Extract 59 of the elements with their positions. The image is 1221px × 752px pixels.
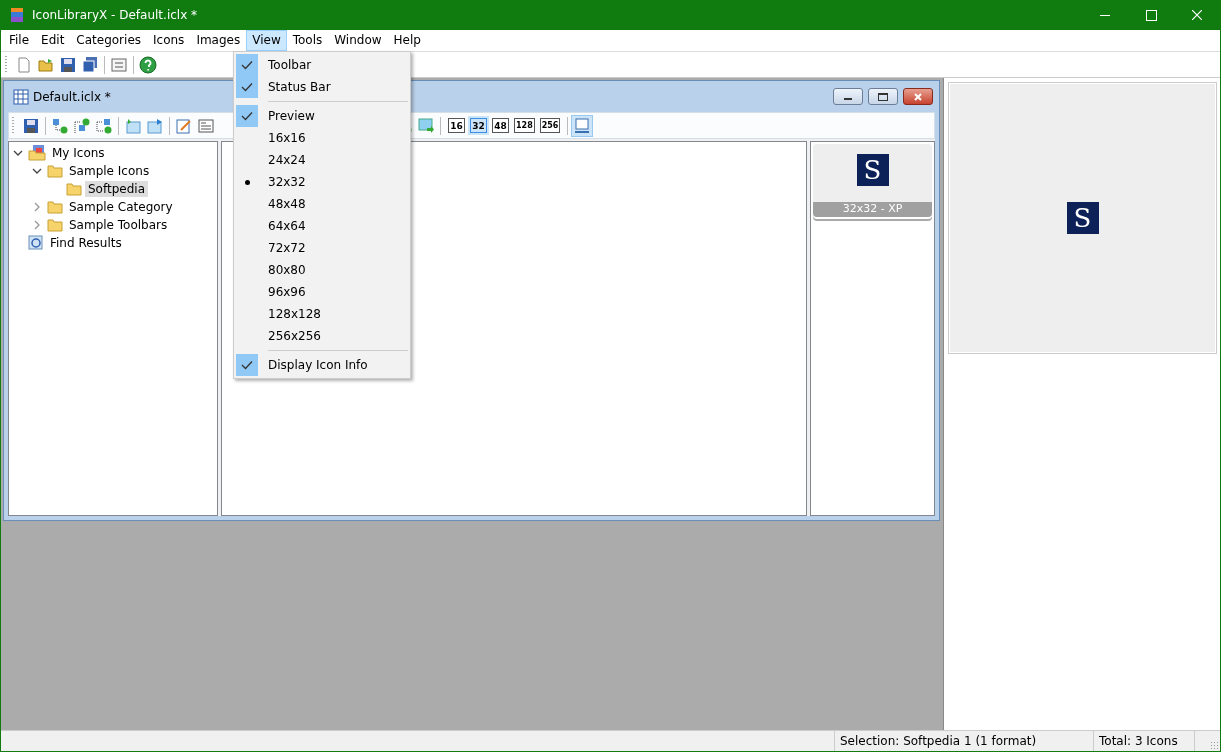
tree-item[interactable]: Softpedia xyxy=(85,181,148,197)
tree-item[interactable]: Sample Category xyxy=(66,199,176,215)
menu-item[interactable]: 32x32 xyxy=(236,171,408,193)
library-icon xyxy=(28,145,46,161)
menu-item[interactable]: 72x72 xyxy=(236,237,408,259)
document-title: Default.iclx * xyxy=(33,89,111,104)
size-button[interactable]: 256 xyxy=(539,118,561,133)
menu-item[interactable]: Toolbar xyxy=(236,54,408,76)
menu-item[interactable]: Tools xyxy=(286,30,329,51)
window-title: IconLibraryX - Default.iclx * xyxy=(32,8,198,22)
preview-icon: S xyxy=(1066,202,1099,234)
menu-item[interactable]: Status Bar xyxy=(236,76,408,98)
status-total: Total: 3 Icons xyxy=(1093,731,1194,751)
size-button[interactable]: 16 xyxy=(448,118,465,133)
menu-item[interactable]: 96x96 xyxy=(236,281,408,303)
size-button[interactable]: 32 xyxy=(470,118,487,133)
folder-icon xyxy=(47,200,63,214)
grid-icon xyxy=(13,88,29,105)
menu-item[interactable]: View xyxy=(246,30,287,51)
menu-item[interactable]: 64x64 xyxy=(236,215,408,237)
tree-item[interactable]: Find Results xyxy=(47,235,125,251)
folder-icon xyxy=(47,218,63,232)
format-card[interactable]: S 32x32 - XP xyxy=(813,144,932,219)
menu-item[interactable]: 48x48 xyxy=(236,193,408,215)
help-icon[interactable] xyxy=(137,53,159,76)
minimize-button[interactable] xyxy=(833,88,863,105)
restore-button[interactable] xyxy=(868,88,898,105)
menu-item[interactable]: Help xyxy=(387,30,427,51)
format-icon: S xyxy=(856,154,889,186)
size-button[interactable]: 128 xyxy=(514,118,535,133)
menu-item[interactable]: Icons xyxy=(147,30,191,51)
close-button[interactable] xyxy=(903,88,933,105)
search-icon xyxy=(28,235,44,251)
format-label: 32x32 - XP xyxy=(813,202,932,217)
close-icon xyxy=(1192,10,1202,20)
caret-icon[interactable] xyxy=(13,148,25,158)
menu-item[interactable]: Images xyxy=(190,30,247,51)
folder-icon xyxy=(47,164,63,178)
size-button[interactable]: 48 xyxy=(492,118,509,133)
status-selection: Selection: Softpedia 1 (1 format) xyxy=(834,731,1093,751)
tree-item[interactable]: Sample Toolbars xyxy=(66,217,171,233)
menu-item[interactable]: Display Icon Info xyxy=(236,354,408,376)
tree-item[interactable]: My Icons xyxy=(49,145,108,161)
menu-item[interactable]: Edit xyxy=(35,30,71,51)
close-icon xyxy=(914,92,922,101)
app-icon xyxy=(11,8,23,22)
tree-item[interactable]: Sample Icons xyxy=(66,163,153,179)
menu-item[interactable]: 24x24 xyxy=(236,149,408,171)
preview-toggle-icon[interactable] xyxy=(571,114,594,137)
menu-item[interactable]: 80x80 xyxy=(236,259,408,281)
menu-item[interactable]: Window xyxy=(328,30,388,51)
menu-item[interactable]: 16x16 xyxy=(236,127,408,149)
menu-item[interactable]: File xyxy=(3,30,36,51)
caret-icon[interactable] xyxy=(32,166,44,176)
menu-item[interactable]: Categories xyxy=(70,30,148,51)
folder-icon xyxy=(66,182,82,196)
menu-item[interactable]: 256x256 xyxy=(236,325,408,347)
menu-item[interactable]: 128x128 xyxy=(236,303,408,325)
menu-item[interactable]: Preview xyxy=(236,105,408,127)
